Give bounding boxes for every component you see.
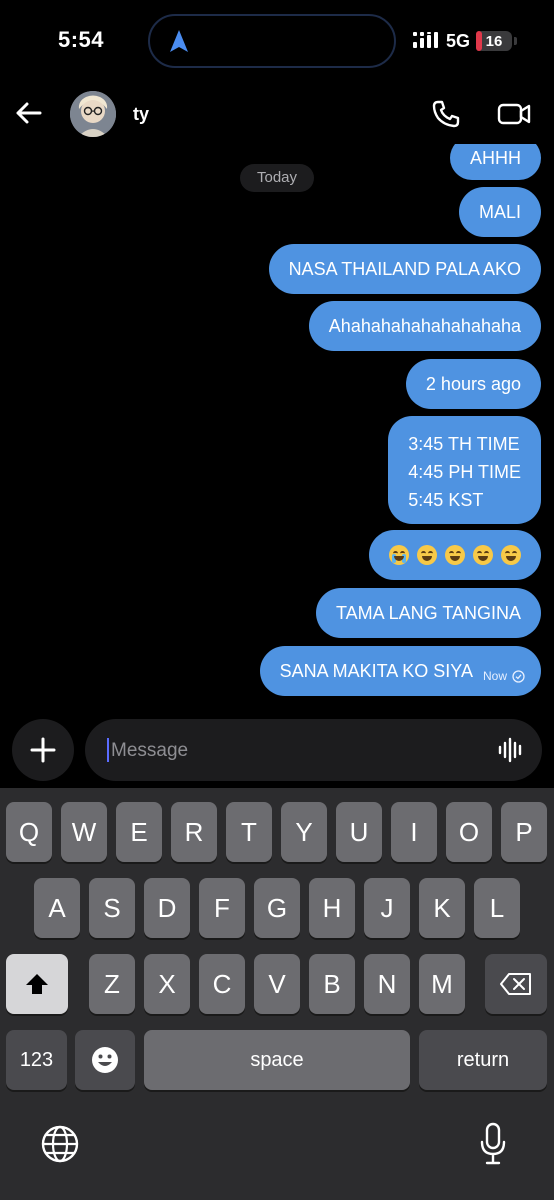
- message-text: Ahahahahahahahahaha: [328, 315, 521, 336]
- status-bar: 5:54 5G 16: [0, 0, 554, 84]
- battery-percent: 16: [485, 33, 503, 50]
- avatar-photo: [70, 91, 116, 137]
- backspace-icon: [500, 973, 531, 995]
- message-text: AHHH: [469, 147, 521, 168]
- keyboard-bottom-bar: [0, 1112, 554, 1200]
- key-s[interactable]: S: [89, 878, 135, 938]
- key-l[interactable]: L: [474, 878, 520, 938]
- message-meta: Now: [483, 669, 525, 683]
- key-t[interactable]: T: [226, 802, 272, 862]
- dynamic-island[interactable]: [148, 14, 396, 68]
- message-bubble-outgoing[interactable]: Ahahahahahahahahaha: [308, 301, 541, 351]
- face-with-tears-of-joy-icon: [473, 545, 493, 565]
- battery-icon: 16: [476, 31, 512, 51]
- contact-name[interactable]: ty: [133, 104, 149, 125]
- video-camera-icon[interactable]: [496, 98, 532, 130]
- message-thread[interactable]: Today AHHH MALI NASA THAILAND PALA AKO A…: [0, 144, 554, 704]
- key-a[interactable]: A: [34, 878, 80, 938]
- emoji-key[interactable]: [75, 1030, 135, 1090]
- plus-icon: [30, 737, 56, 763]
- key-x[interactable]: X: [144, 954, 190, 1014]
- message-input[interactable]: [109, 719, 493, 783]
- key-o[interactable]: O: [446, 802, 492, 862]
- key-m[interactable]: M: [419, 954, 465, 1014]
- message-bubble-outgoing[interactable]: AHHH: [449, 144, 541, 180]
- face-with-tears-of-joy-icon: [445, 545, 465, 565]
- message-time: Now: [482, 669, 507, 683]
- network-type: 5G: [446, 31, 471, 51]
- key-n[interactable]: N: [364, 954, 410, 1014]
- globe-icon[interactable]: [40, 1124, 80, 1164]
- phone-icon[interactable]: [430, 98, 462, 130]
- numbers-key[interactable]: 123: [6, 1030, 67, 1090]
- key-h[interactable]: H: [309, 878, 355, 938]
- key-k[interactable]: K: [419, 878, 465, 938]
- key-f[interactable]: F: [199, 878, 245, 938]
- loudly-crying-face-icon: [389, 545, 409, 565]
- key-d[interactable]: D: [144, 878, 190, 938]
- face-with-tears-of-joy-icon: [501, 545, 521, 565]
- face-with-tears-of-joy-icon: [417, 545, 437, 565]
- message-bubble-outgoing[interactable]: SANA MAKITA KO SIYA Now: [259, 646, 541, 696]
- message-composer: [0, 704, 554, 788]
- key-p[interactable]: P: [501, 802, 547, 862]
- back-arrow-icon[interactable]: [12, 96, 46, 130]
- shift-key[interactable]: [6, 954, 68, 1014]
- key-j[interactable]: J: [364, 878, 410, 938]
- key-z[interactable]: Z: [89, 954, 135, 1014]
- message-text: MALI: [478, 201, 521, 222]
- key-y[interactable]: Y: [281, 802, 327, 862]
- key-r[interactable]: R: [171, 802, 217, 862]
- key-v[interactable]: V: [254, 954, 300, 1014]
- emoji-icon: [92, 1047, 118, 1073]
- add-attachment-button[interactable]: [12, 719, 74, 781]
- battery-tip: [514, 37, 517, 45]
- shift-icon: [26, 974, 48, 994]
- message-input-container[interactable]: [85, 719, 542, 783]
- message-bubble-outgoing[interactable]: 2 hours ago: [405, 359, 541, 409]
- keyboard: Q W E R T Y U I O P A S D F G H J K L Z …: [0, 788, 554, 1200]
- microphone-icon[interactable]: [478, 1122, 508, 1166]
- return-key[interactable]: return: [419, 1030, 547, 1090]
- message-bubble-outgoing[interactable]: [369, 530, 541, 580]
- voice-waveform-icon[interactable]: [497, 736, 525, 764]
- key-b[interactable]: B: [309, 954, 355, 1014]
- chat-header: ty: [0, 84, 554, 144]
- navigation-arrow-icon: [170, 30, 188, 52]
- message-line: 3:45 TH TIME: [408, 434, 520, 454]
- message-line: 5:45 KST: [408, 490, 484, 510]
- date-separator: Today: [240, 164, 314, 192]
- key-i[interactable]: I: [391, 802, 437, 862]
- key-g[interactable]: G: [254, 878, 300, 938]
- cellular-signal-icon: [413, 32, 438, 48]
- space-key[interactable]: space: [144, 1030, 410, 1090]
- message-text: SANA MAKITA KO SIYA: [279, 660, 473, 681]
- key-e[interactable]: E: [116, 802, 162, 862]
- key-c[interactable]: C: [199, 954, 245, 1014]
- message-text: NASA THAILAND PALA AKO: [288, 258, 521, 279]
- message-bubble-outgoing[interactable]: NASA THAILAND PALA AKO: [268, 244, 541, 294]
- key-q[interactable]: Q: [6, 802, 52, 862]
- status-time: 5:54: [58, 27, 105, 52]
- message-text: 2 hours ago: [425, 373, 521, 394]
- avatar[interactable]: [70, 91, 116, 137]
- key-w[interactable]: W: [61, 802, 107, 862]
- message-bubble-outgoing[interactable]: MALI: [458, 187, 541, 237]
- key-u[interactable]: U: [336, 802, 382, 862]
- message-line: 4:45 PH TIME: [408, 462, 521, 482]
- message-text: TAMA LANG TANGINA: [335, 602, 521, 623]
- backspace-key[interactable]: [485, 954, 547, 1014]
- message-bubble-outgoing[interactable]: TAMA LANG TANGINA: [315, 588, 541, 638]
- seen-check-icon: [512, 669, 525, 683]
- message-bubble-outgoing[interactable]: 3:45 TH TIME 4:45 PH TIME 5:45 KST: [388, 416, 541, 524]
